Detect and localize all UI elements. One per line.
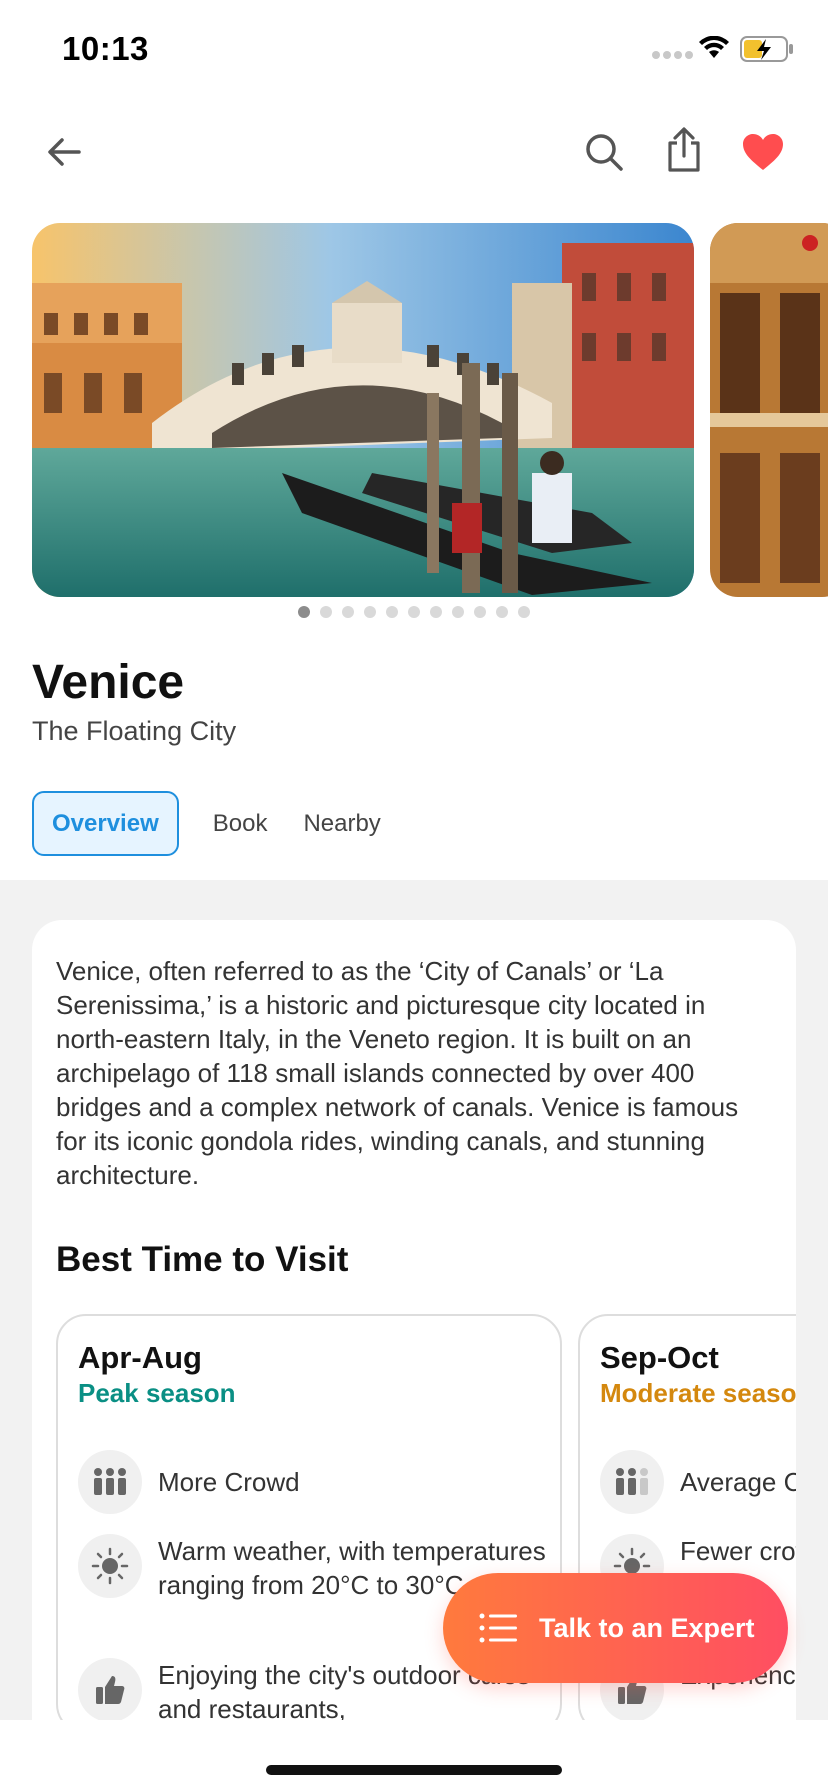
pagination-dot[interactable]	[518, 606, 530, 618]
status-time: 10:13	[62, 30, 149, 67]
favorite-button[interactable]	[733, 122, 793, 182]
crowd-icon	[78, 1450, 142, 1514]
best-time-heading: Best Time to Visit	[56, 1240, 349, 1279]
season-label: Peak season	[78, 1378, 236, 1408]
season-months: Sep-Oct	[600, 1340, 719, 1375]
page-title: Venice	[32, 656, 185, 709]
carousel-image-venice-rialto[interactable]	[32, 223, 694, 597]
tab-nearby[interactable]: Nearby	[285, 791, 398, 856]
status-bar: 10:13	[0, 0, 828, 96]
rialto-bridge-photo	[32, 223, 694, 597]
season-feature: Average Crowd	[600, 1450, 796, 1514]
cellular-signal-icon	[652, 51, 693, 59]
pagination-dot[interactable]	[474, 606, 486, 618]
pagination-dot[interactable]	[320, 606, 332, 618]
pagination-dot-active[interactable]	[298, 606, 310, 618]
pagination-dot[interactable]	[408, 606, 420, 618]
list-icon	[479, 1613, 517, 1643]
battery-icon	[740, 36, 794, 67]
tab-book[interactable]: Book	[195, 791, 286, 856]
image-carousel[interactable]	[0, 223, 828, 597]
page-subtitle: The Floating City	[32, 716, 237, 746]
carousel-image-next[interactable]	[710, 223, 828, 597]
pagination-dot[interactable]	[452, 606, 464, 618]
share-button[interactable]	[654, 120, 714, 180]
talk-to-expert-button[interactable]: Talk to an Expert	[443, 1573, 788, 1683]
home-indicator[interactable]	[266, 1765, 562, 1775]
sun-icon	[78, 1534, 142, 1598]
search-icon	[586, 134, 623, 171]
top-navigation	[0, 118, 828, 186]
heart-icon	[743, 134, 783, 170]
talk-to-expert-label: Talk to an Expert	[539, 1612, 755, 1643]
share-icon	[668, 127, 700, 172]
crowd-icon	[600, 1450, 664, 1514]
bottom-safe-area	[0, 1720, 828, 1792]
feature-text: More Crowd	[158, 1467, 300, 1497]
carousel-pagination	[0, 606, 828, 618]
tab-bar: Overview Book Nearby	[32, 791, 399, 856]
season-feature: More Crowd	[78, 1450, 598, 1514]
search-button[interactable]	[574, 122, 634, 182]
destination-description: Venice, often referred to as the ‘City o…	[56, 956, 739, 1190]
venice-building-photo	[710, 223, 828, 597]
feature-text: Fewer crowds and pleasant	[680, 1536, 796, 1566]
pagination-dot[interactable]	[430, 606, 442, 618]
pagination-dot[interactable]	[386, 606, 398, 618]
tab-overview[interactable]: Overview	[32, 791, 179, 856]
season-label: Moderate season	[600, 1378, 796, 1408]
season-months: Apr-Aug	[78, 1340, 202, 1375]
wifi-icon	[698, 35, 730, 65]
feature-text: Average Crowd	[680, 1467, 796, 1497]
back-button[interactable]	[34, 122, 94, 182]
pagination-dot[interactable]	[364, 606, 376, 618]
pagination-dot[interactable]	[342, 606, 354, 618]
thumbs-up-icon	[78, 1658, 142, 1720]
pagination-dot[interactable]	[496, 606, 508, 618]
arrow-left-icon	[48, 138, 81, 166]
